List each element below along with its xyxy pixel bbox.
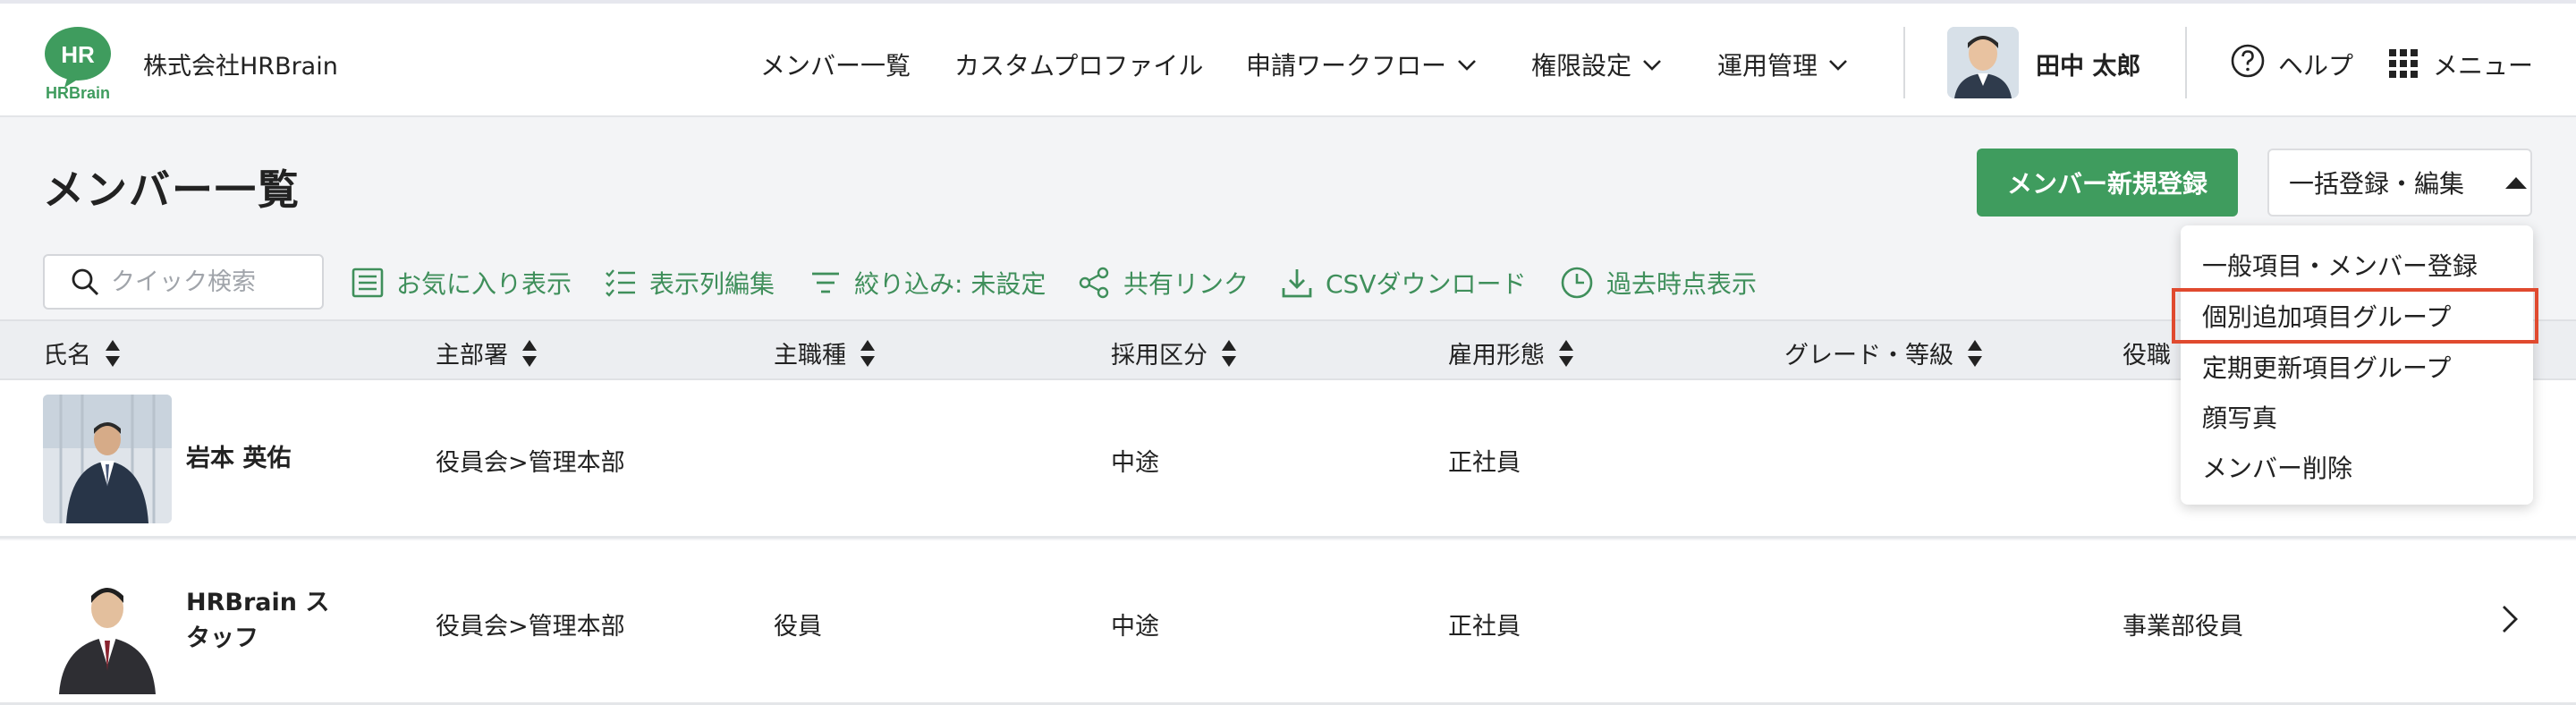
sort-icon xyxy=(1968,339,1982,367)
chevron-down-icon xyxy=(1829,60,1847,71)
sort-icon xyxy=(1222,339,1236,367)
column-header-label: 役職 xyxy=(2123,342,2171,369)
chevron-right-icon[interactable] xyxy=(2500,603,2520,635)
nav-custom-profile[interactable]: カスタムプロファイル xyxy=(954,47,1203,82)
nav-label: カスタムプロファイル xyxy=(954,51,1204,81)
member-department: 役員会>管理本部 xyxy=(436,449,625,477)
clock-icon xyxy=(1561,267,1593,299)
bulk-edit-dropdown: 一般項目・メンバー登録 個別追加項目グループ 定期更新項目グループ 顔写真 メン… xyxy=(2172,225,2538,505)
filter-icon xyxy=(812,272,839,293)
sort-icon xyxy=(1559,339,1573,367)
page-title: メンバー一覧 xyxy=(43,166,301,214)
csv-download-label: CSVダウンロード xyxy=(1326,269,1527,299)
member-name-line: HRBrain ス xyxy=(186,589,330,616)
menu-label[interactable]: メニュー xyxy=(2433,47,2533,82)
nav-operation-management[interactable]: 運用管理 xyxy=(1717,47,1850,82)
logo-mark-text: HR xyxy=(61,41,95,68)
new-member-button[interactable]: メンバー新規登録 xyxy=(1977,149,2238,217)
filter-label: 絞り込み: 未設定 xyxy=(854,269,1046,299)
nav-permission-settings[interactable]: 権限設定 xyxy=(1531,47,1664,82)
column-header-hiring[interactable]: 採用区分 xyxy=(1111,336,1238,370)
member-department: 役員会>管理本部 xyxy=(436,613,625,641)
menu-item-delete-member[interactable]: メンバー削除 xyxy=(2181,442,2533,492)
column-edit-label: 表示列編集 xyxy=(649,269,775,299)
filter-button[interactable]: 絞り込み: 未設定 xyxy=(809,265,1046,301)
nav-application-workflow[interactable]: 申請ワークフロー xyxy=(1246,47,1479,82)
column-header-position[interactable]: 役職 xyxy=(2123,336,2171,370)
app-grid-icon[interactable] xyxy=(2388,48,2419,79)
nav-divider xyxy=(1903,27,1905,98)
chevron-down-icon xyxy=(1643,60,1661,71)
hrbrain-logo[interactable]: HR HRBrain xyxy=(41,23,114,102)
nav-label: メンバー一覧 xyxy=(760,51,911,81)
nav-member-list[interactable]: メンバー一覧 xyxy=(760,47,911,82)
member-hiring-type: 中途 xyxy=(1111,449,1159,477)
nav-label: 申請ワークフロー xyxy=(1246,51,1447,81)
quick-search-input[interactable] xyxy=(111,268,308,296)
member-photo xyxy=(43,395,172,523)
favorites-view-button[interactable]: お気に入り表示 xyxy=(352,265,572,301)
column-header-job[interactable]: 主職種 xyxy=(774,336,877,370)
member-name-line: タッフ xyxy=(186,624,258,652)
column-header-label: 主職種 xyxy=(774,342,846,369)
column-header-department[interactable]: 主部署 xyxy=(436,336,538,370)
member-position: 事業部役員 xyxy=(2123,613,2243,641)
help-label[interactable]: ヘルプ xyxy=(2278,47,2353,82)
member-job: 役員 xyxy=(774,613,822,641)
logo-wordmark: HRBrain xyxy=(46,84,110,100)
share-link-button[interactable]: 共有リンク xyxy=(1077,265,1249,301)
menu-item-general-member-register[interactable]: 一般項目・メンバー登録 xyxy=(2181,240,2533,290)
user-name[interactable]: 田中 太郎 xyxy=(2036,47,2140,81)
column-header-label: 採用区分 xyxy=(1111,342,1208,369)
menu-item-periodic-update-group[interactable]: 定期更新項目グループ xyxy=(2181,342,2533,392)
member-photo xyxy=(43,565,172,694)
column-edit-button[interactable]: 表示列編集 xyxy=(605,265,775,301)
member-hiring-type: 中途 xyxy=(1111,613,1159,641)
favorites-label: お気に入り表示 xyxy=(396,269,572,299)
user-avatar[interactable] xyxy=(1947,27,2019,98)
member-employment-type: 正社員 xyxy=(1448,449,1521,477)
chevron-down-icon xyxy=(1458,60,1476,71)
sort-icon xyxy=(106,339,120,367)
member-employment-type: 正社員 xyxy=(1448,613,1521,641)
help-icon[interactable] xyxy=(2230,43,2266,79)
member-name[interactable]: 岩本 英佑 xyxy=(186,441,291,477)
menu-item-custom-field-group[interactable]: 個別追加項目グループ xyxy=(2172,288,2538,344)
column-header-employment[interactable]: 雇用形態 xyxy=(1448,336,1575,370)
download-icon xyxy=(1282,269,1312,298)
list-icon xyxy=(352,268,384,298)
column-header-label: グレード・等級 xyxy=(1784,342,1953,369)
search-icon xyxy=(72,268,99,296)
bulk-edit-button[interactable]: 一括登録・編集 xyxy=(2267,149,2532,217)
column-header-label: 主部署 xyxy=(436,342,508,369)
table-row[interactable]: HRBrain ス タッフ 役員会>管理本部 役員 中途 正社員 事業部役員 xyxy=(0,540,2576,705)
bulk-edit-label: 一括登録・編集 xyxy=(2289,169,2465,199)
column-header-label: 氏名 xyxy=(43,342,91,369)
share-icon xyxy=(1079,267,1109,299)
csv-download-button[interactable]: CSVダウンロード xyxy=(1281,265,1526,301)
caret-up-icon xyxy=(2505,177,2528,189)
company-name: 株式会社HRBrain xyxy=(143,53,338,81)
past-view-button[interactable]: 過去時点表示 xyxy=(1560,265,1757,301)
sort-icon xyxy=(860,339,875,367)
column-header-name[interactable]: 氏名 xyxy=(43,336,122,370)
quick-search-field[interactable] xyxy=(43,254,324,310)
nav-divider xyxy=(2185,27,2187,98)
member-name[interactable]: HRBrain ス タッフ xyxy=(186,585,329,657)
column-header-label: 雇用形態 xyxy=(1448,342,1545,369)
sort-icon xyxy=(522,339,537,367)
nav-label: 運用管理 xyxy=(1717,51,1818,81)
checklist-icon xyxy=(606,269,635,297)
share-link-label: 共有リンク xyxy=(1123,269,1250,299)
top-navigation-bar: HR HRBrain 株式会社HRBrain メンバー一覧 カスタムプロファイル… xyxy=(0,0,2576,117)
column-header-grade[interactable]: グレード・等級 xyxy=(1784,336,1984,370)
past-view-label: 過去時点表示 xyxy=(1606,269,1758,299)
nav-label: 権限設定 xyxy=(1531,51,1632,81)
menu-item-face-photo[interactable]: 顔写真 xyxy=(2181,392,2533,442)
